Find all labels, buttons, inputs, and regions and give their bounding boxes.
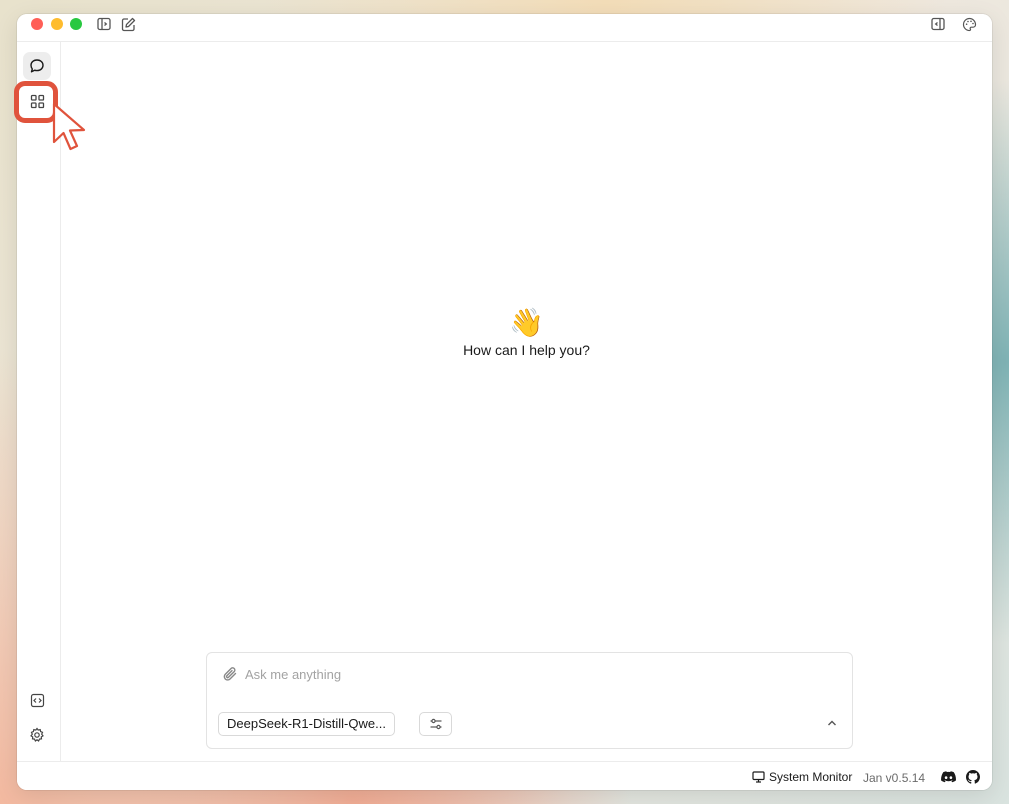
minimize-window-button[interactable]	[51, 18, 63, 30]
model-selector-button[interactable]: DeepSeek-R1-Distill-Qwe...	[218, 712, 395, 736]
prompt-input[interactable]	[245, 663, 805, 685]
palette-icon[interactable]	[961, 16, 977, 32]
gear-icon	[30, 727, 44, 742]
app-window: 👋 How can I help you? DeepSeek-R1-Distil…	[17, 14, 992, 790]
model-settings-button[interactable]	[419, 712, 452, 736]
title-bar	[17, 14, 992, 42]
waving-hand-emoji: 👋	[509, 306, 544, 339]
grid-icon	[30, 94, 44, 108]
welcome-section: 👋 How can I help you?	[61, 306, 992, 358]
new-chat-icon[interactable]	[120, 16, 136, 32]
app-version: Jan v0.5.14	[863, 771, 926, 785]
monitor-icon	[752, 771, 765, 783]
sidebar-item-hub[interactable]	[23, 87, 51, 115]
github-icon[interactable]	[965, 769, 980, 784]
close-window-button[interactable]	[31, 18, 43, 30]
status-bar: System Monitor Jan v0.5.14	[17, 761, 992, 790]
zoom-window-button[interactable]	[70, 18, 82, 30]
sliders-icon	[430, 718, 441, 730]
sidebar	[17, 42, 61, 761]
chat-bubble-icon	[30, 59, 44, 73]
right-panel-icon[interactable]	[930, 16, 946, 32]
system-monitor-label: System Monitor	[769, 770, 853, 784]
code-icon	[30, 693, 44, 707]
sidebar-item-developer[interactable]	[23, 686, 51, 714]
chat-main-area: 👋 How can I help you? DeepSeek-R1-Distil…	[61, 42, 992, 761]
sidebar-item-chat[interactable]	[23, 52, 51, 80]
chat-composer: DeepSeek-R1-Distill-Qwe...	[206, 652, 853, 749]
chevron-up-icon[interactable]	[824, 715, 840, 731]
paperclip-icon[interactable]	[221, 665, 239, 683]
greeting-text: How can I help you?	[463, 342, 590, 358]
sidebar-item-settings[interactable]	[23, 721, 51, 749]
sidebar-toggle-icon[interactable]	[96, 16, 112, 32]
discord-icon[interactable]	[941, 769, 956, 784]
system-monitor-button[interactable]: System Monitor	[752, 770, 852, 784]
